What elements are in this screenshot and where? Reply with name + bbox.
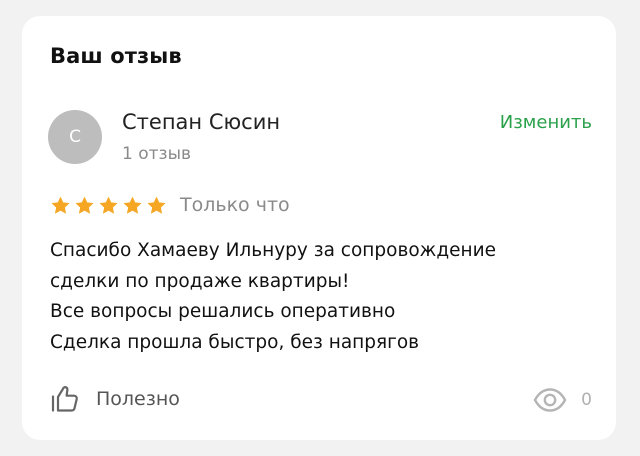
review-text: Спасибо Хамаеву Ильнуру за сопровождение… [50, 236, 590, 358]
star-icon [51, 196, 70, 214]
review-line: Сделка прошла быстро, без напрягов [50, 331, 420, 353]
card-title: Ваш отзыв [50, 44, 182, 68]
avatar-letter: С [69, 127, 81, 147]
star-icon [123, 196, 142, 214]
review-card: Ваш отзыв С Степан Сюсин 1 отзыв Изменит… [22, 16, 616, 440]
author-reviews-count: 1 отзыв [122, 144, 192, 164]
avatar: С [48, 110, 102, 164]
rating-row: Только что [50, 191, 290, 219]
star-icon [75, 196, 94, 214]
star-rating [50, 195, 167, 216]
helpful-label: Полезно [96, 388, 180, 410]
star-icon [99, 196, 118, 214]
edit-button[interactable]: Изменить [500, 112, 592, 133]
views-counter: 0 [533, 385, 592, 415]
review-line: сделки по продаже квартиры! [50, 270, 350, 292]
eye-icon [533, 388, 567, 412]
review-date: Только что [180, 194, 290, 216]
author-name: Степан Сюсин [122, 110, 281, 134]
review-line: Все вопросы решались оперативно [50, 301, 396, 322]
views-count: 0 [581, 390, 592, 410]
thumbs-up-icon [51, 386, 78, 412]
star-icon [147, 196, 166, 214]
helpful-button[interactable]: Полезно [50, 381, 180, 417]
review-line: Спасибо Хамаеву Ильнуру за сопровождение [50, 240, 497, 261]
